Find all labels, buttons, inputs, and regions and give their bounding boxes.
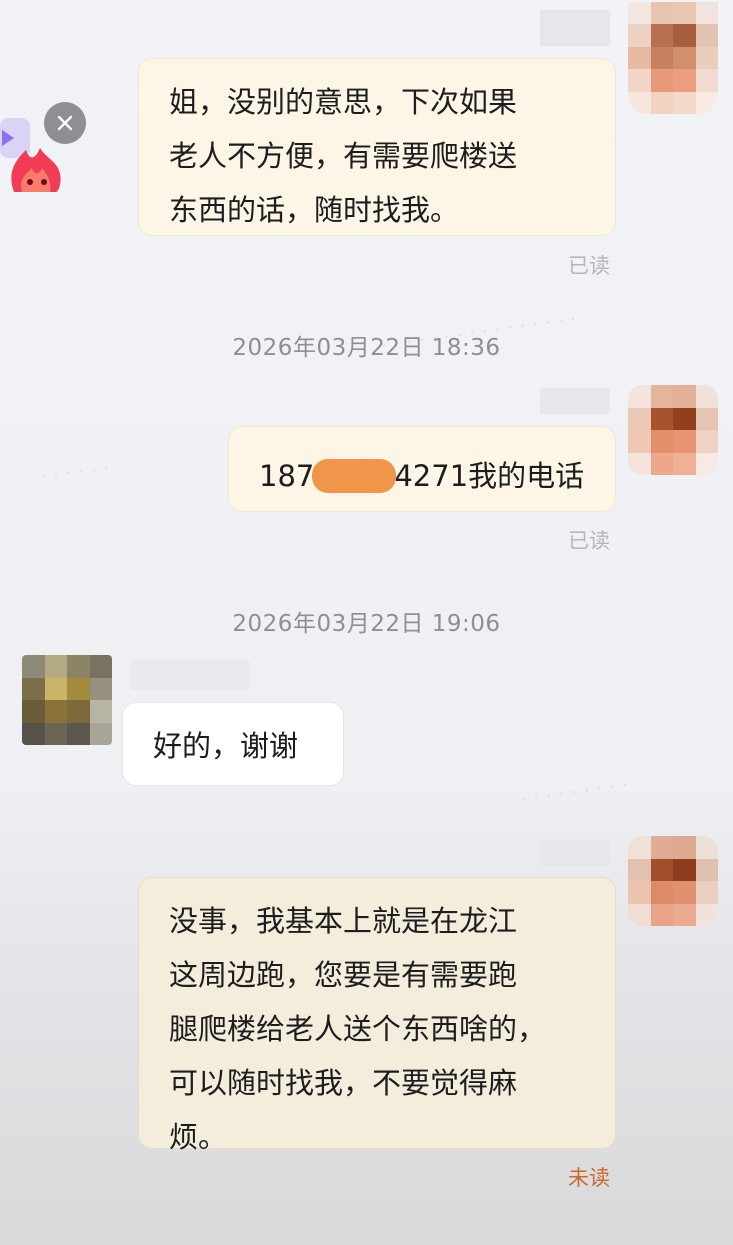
sender-name-blurred (540, 840, 610, 866)
message-bubble-outgoing[interactable]: 姐，没别的意思，下次如果 老人不方便，有需要爬楼送 东西的话，随时找我。 (138, 58, 616, 236)
avatar[interactable] (628, 836, 718, 926)
message-text: 好的，谢谢 (153, 729, 299, 763)
timestamp: 2026年03月22日 18:36 (232, 335, 501, 361)
message-text: 4271我的电话 (394, 459, 585, 493)
avatar[interactable] (628, 2, 718, 114)
close-icon (57, 115, 73, 131)
message-bubble-incoming[interactable]: 好的，谢谢 (122, 702, 344, 786)
message-text-line: 腿爬楼给老人送个东西啥的， (169, 1012, 547, 1046)
message-text-line: 这周边跑，您要是有需要跑 (169, 958, 518, 992)
message-text-line: 烦。 (169, 1120, 228, 1154)
message-text-line: 老人不方便，有需要爬楼送 (169, 139, 518, 173)
watermark: · · · · · · (38, 455, 112, 489)
message-bubble-outgoing[interactable]: 187 4271我的电话 (228, 426, 616, 512)
sender-name-blurred (130, 660, 250, 690)
message-bubble-outgoing[interactable]: 没事，我基本上就是在龙江 这周边跑，您要是有需要跑 腿爬楼给老人送个东西啥的， … (138, 877, 616, 1154)
message-text-line: 东西的话，随时找我。 (169, 193, 460, 227)
message-text: 187 (259, 459, 315, 493)
avatar[interactable] (628, 385, 718, 475)
unread-status: 未读 (568, 1166, 610, 1190)
sender-name-blurred (540, 388, 610, 414)
sender-name-blurred (540, 10, 610, 46)
message-text-line: 可以随时找我，不要觉得麻 (169, 1066, 518, 1100)
close-button[interactable] (44, 102, 86, 144)
redaction-mark (312, 459, 397, 493)
watermark: · · · · · · · · · (518, 772, 630, 812)
read-status: 已读 (568, 529, 610, 553)
message-text-line: 没事，我基本上就是在龙江 (169, 904, 518, 938)
timestamp: 2026年03月22日 19:06 (232, 611, 501, 637)
avatar[interactable] (22, 655, 112, 745)
message-text-line: 姐，没别的意思，下次如果 (169, 85, 518, 119)
floating-widget[interactable] (0, 100, 90, 192)
read-status: 已读 (568, 254, 610, 278)
